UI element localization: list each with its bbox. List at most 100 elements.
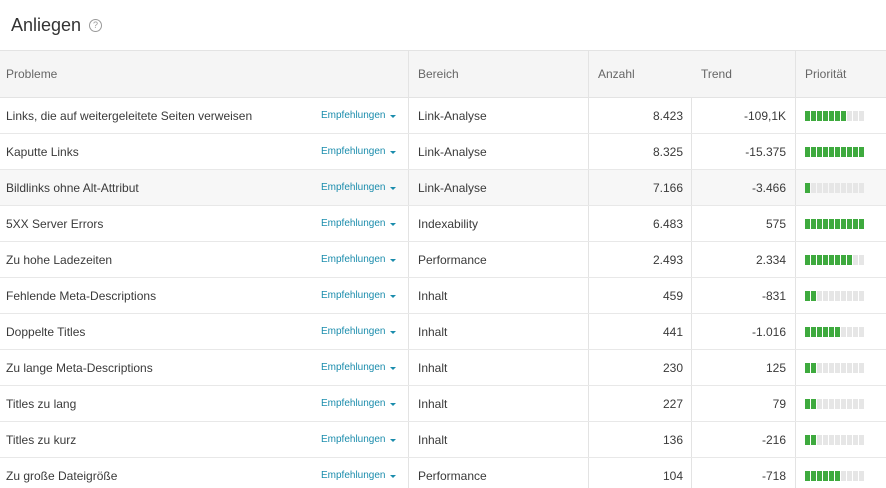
- priority-segment: [841, 182, 846, 193]
- problem-name[interactable]: Doppelte Titles: [6, 325, 85, 339]
- priority-segment: [817, 470, 822, 481]
- problem-name[interactable]: Titles zu lang: [6, 397, 76, 411]
- priority-bar: [805, 398, 864, 409]
- column-header-count[interactable]: Anzahl: [589, 51, 692, 97]
- recommendations-dropdown[interactable]: Empfehlungen: [321, 170, 396, 205]
- priority-cell: [796, 458, 886, 488]
- table-row[interactable]: Links, die auf weitergeleitete Seiten ve…: [0, 98, 886, 134]
- problem-name[interactable]: Zu hohe Ladezeiten: [6, 253, 112, 267]
- priority-segment: [817, 146, 822, 157]
- priority-segment: [811, 326, 816, 337]
- caret-down-icon: [389, 222, 396, 226]
- problem-name[interactable]: Fehlende Meta-Descriptions: [6, 289, 156, 303]
- priority-bar: [805, 182, 864, 193]
- recommendations-label: Empfehlungen: [321, 254, 386, 265]
- recommendations-label: Empfehlungen: [321, 398, 386, 409]
- priority-cell: [796, 206, 886, 241]
- count-value[interactable]: 6.483: [653, 217, 683, 231]
- trend-value: 2.334: [755, 252, 786, 267]
- table-row[interactable]: Doppelte Titles Empfehlungen Inhalt 441 -1.0…: [0, 314, 886, 350]
- problem-name[interactable]: 5XX Server Errors: [6, 217, 103, 231]
- caret-down-icon: [389, 258, 396, 262]
- problem-cell: Zu große Dateigröße Empfehlungen: [0, 458, 409, 488]
- count-cell: 6.483: [589, 206, 692, 241]
- problem-cell: Zu lange Meta-Descriptions Empfehlungen: [0, 350, 409, 385]
- problem-name[interactable]: Zu große Dateigröße: [6, 469, 117, 483]
- priority-segment: [829, 254, 834, 265]
- area-cell: Inhalt: [409, 314, 589, 349]
- column-header-priority[interactable]: Priorität: [796, 51, 886, 97]
- priority-cell: [796, 134, 886, 169]
- table-row[interactable]: Bildlinks ohne Alt-Attribut Empfehlungen L…: [0, 170, 886, 206]
- priority-segment: [847, 110, 852, 121]
- recommendations-dropdown[interactable]: Empfehlungen: [321, 422, 396, 457]
- table-row[interactable]: Kaputte Links Empfehlungen Link-Analyse 8.3…: [0, 134, 886, 170]
- count-value[interactable]: 441: [663, 325, 683, 339]
- trend-cell: -109,1K: [692, 98, 796, 133]
- table-row[interactable]: Zu große Dateigröße Empfehlungen Performan…: [0, 458, 886, 488]
- area-value: Inhalt: [418, 396, 448, 411]
- recommendations-dropdown[interactable]: Empfehlungen: [321, 134, 396, 169]
- trend-cell: -15.375: [692, 134, 796, 169]
- count-value[interactable]: 8.325: [653, 145, 683, 159]
- help-circle-icon[interactable]: ?: [89, 19, 103, 32]
- trend-cell: 125: [692, 350, 796, 385]
- problem-cell: Links, die auf weitergeleitete Seiten ve…: [0, 98, 409, 133]
- priority-segment: [859, 434, 864, 445]
- priority-segment: [811, 290, 816, 301]
- problem-name[interactable]: Bildlinks ohne Alt-Attribut: [6, 181, 139, 195]
- priority-segment: [835, 434, 840, 445]
- table-row[interactable]: Titles zu kurz Empfehlungen Inhalt 136 -216: [0, 422, 886, 458]
- priority-segment: [829, 362, 834, 373]
- table-row[interactable]: Zu lange Meta-Descriptions Empfehlungen In…: [0, 350, 886, 386]
- column-header-trend[interactable]: Trend: [692, 51, 796, 97]
- page-title: Anliegen: [11, 14, 82, 35]
- count-value[interactable]: 459: [663, 289, 683, 303]
- recommendations-dropdown[interactable]: Empfehlungen: [321, 242, 396, 277]
- recommendations-dropdown[interactable]: Empfehlungen: [321, 98, 396, 133]
- recommendations-label: Empfehlungen: [321, 218, 386, 229]
- column-header-problem[interactable]: Probleme: [0, 51, 409, 97]
- column-header-area[interactable]: Bereich: [409, 51, 589, 97]
- priority-segment: [805, 146, 810, 157]
- count-value[interactable]: 227: [663, 397, 683, 411]
- table-row[interactable]: Titles zu lang Empfehlungen Inhalt 227 79: [0, 386, 886, 422]
- priority-segment: [829, 434, 834, 445]
- recommendations-label: Empfehlungen: [321, 434, 386, 445]
- count-value[interactable]: 8.423: [653, 109, 683, 123]
- priority-segment: [817, 398, 822, 409]
- count-value[interactable]: 7.166: [653, 181, 683, 195]
- priority-segment: [823, 182, 828, 193]
- problem-name[interactable]: Links, die auf weitergeleitete Seiten ve…: [6, 109, 252, 123]
- table-row[interactable]: Zu hohe Ladezeiten Empfehlungen Performanc…: [0, 242, 886, 278]
- priority-segment: [853, 434, 858, 445]
- recommendations-dropdown[interactable]: Empfehlungen: [321, 350, 396, 385]
- table-row[interactable]: 5XX Server Errors Empfehlungen Indexabilit…: [0, 206, 886, 242]
- trend-cell: -831: [692, 278, 796, 313]
- priority-segment: [853, 326, 858, 337]
- recommendations-dropdown[interactable]: Empfehlungen: [321, 314, 396, 349]
- priority-segment: [805, 326, 810, 337]
- priority-segment: [835, 182, 840, 193]
- count-value[interactable]: 230: [663, 361, 683, 375]
- recommendations-dropdown[interactable]: Empfehlungen: [321, 206, 396, 241]
- priority-bar: [805, 218, 864, 229]
- problem-name[interactable]: Kaputte Links: [6, 145, 79, 159]
- recommendations-dropdown[interactable]: Empfehlungen: [321, 386, 396, 421]
- trend-value: -1.016: [751, 324, 786, 339]
- table-row[interactable]: Fehlende Meta-Descriptions Empfehlungen In…: [0, 278, 886, 314]
- priority-segment: [829, 290, 834, 301]
- priority-segment: [817, 254, 822, 265]
- problem-name[interactable]: Titles zu kurz: [6, 433, 76, 447]
- recommendations-dropdown[interactable]: Empfehlungen: [321, 278, 396, 313]
- count-value[interactable]: 2.493: [653, 253, 683, 267]
- priority-cell: [796, 170, 886, 205]
- problem-name[interactable]: Zu lange Meta-Descriptions: [6, 361, 153, 375]
- count-value[interactable]: 104: [663, 469, 683, 483]
- count-value[interactable]: 136: [663, 433, 683, 447]
- priority-cell: [796, 278, 886, 313]
- recommendations-dropdown[interactable]: Empfehlungen: [321, 458, 396, 488]
- trend-value: -831: [761, 288, 786, 303]
- priority-segment: [805, 110, 810, 121]
- priority-segment: [829, 110, 834, 121]
